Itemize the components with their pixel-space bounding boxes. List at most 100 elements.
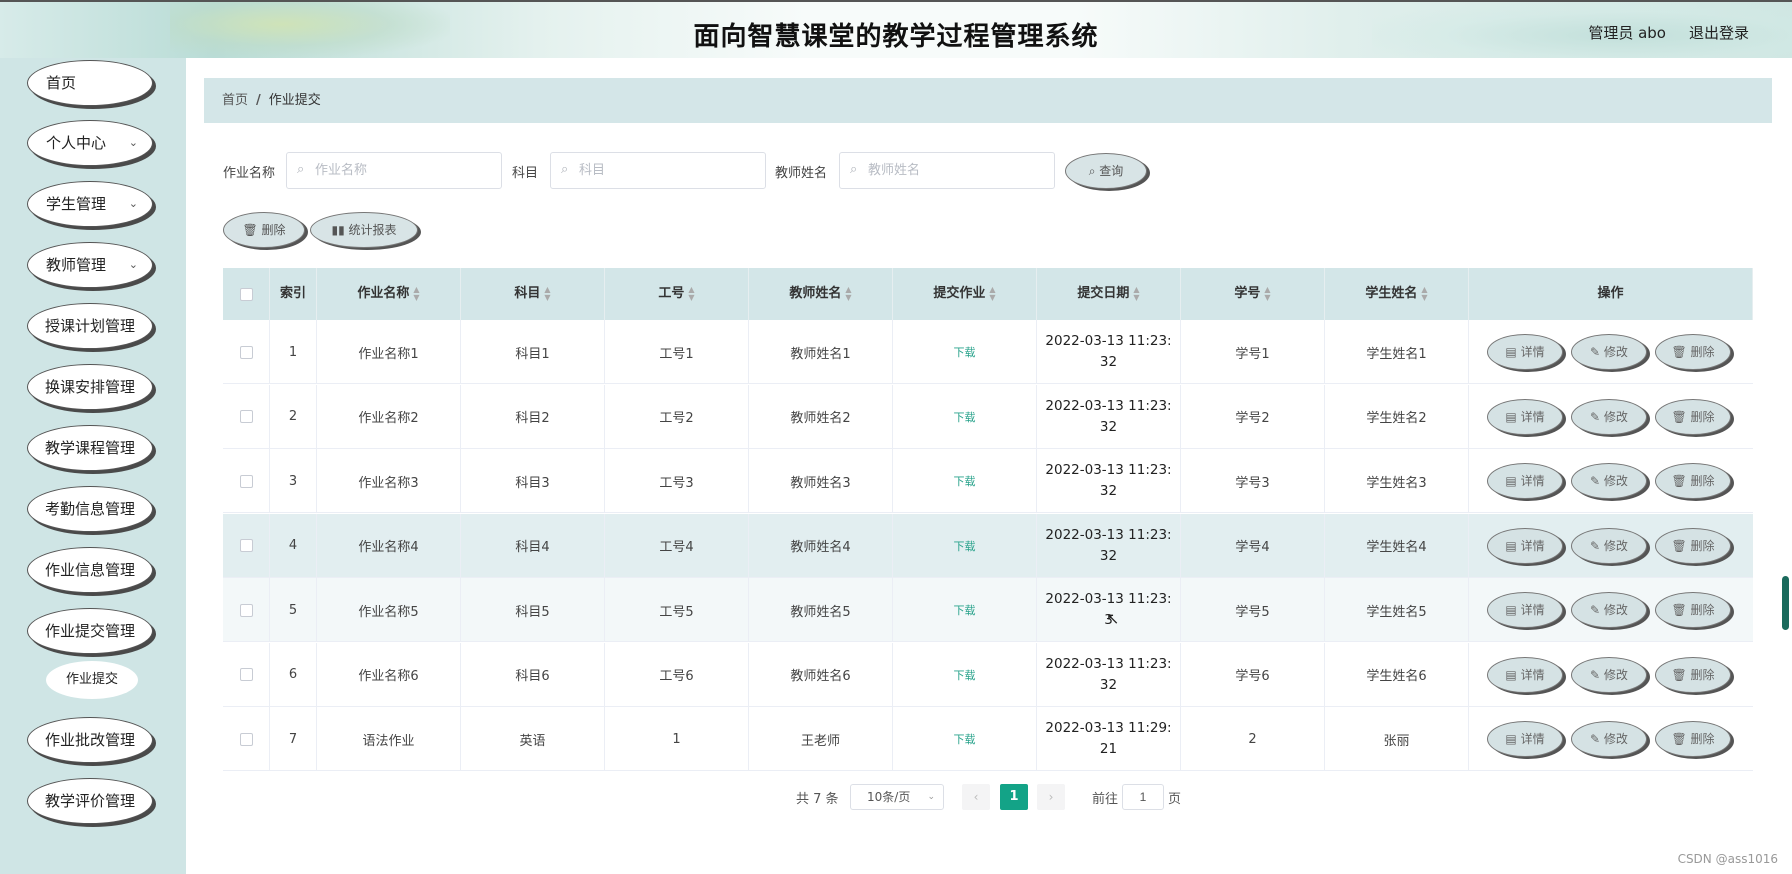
cell-student: 学生姓名1 [1325, 320, 1469, 384]
row-checkbox[interactable] [239, 345, 253, 359]
sort-icon[interactable]: ▲ ▼ [1133, 285, 1139, 302]
download-link[interactable]: 下载 [954, 409, 976, 425]
download-link[interactable]: 下载 [954, 344, 976, 360]
cell-value: 科目3 [515, 475, 550, 491]
table-row[interactable]: 5 作业名称5 科目5 工号5 教师姓名5 下载 2022-03-13 11:23:3 学号5… [223, 578, 1753, 642]
table-row[interactable]: 7 语法作业 英语 1 王老师 下载 2022-03-13 11:29:21 2 张丽 ▤ 详情 ✎… [223, 707, 1753, 771]
edit-button[interactable]: ✎ 修改 [1571, 334, 1647, 370]
cell-date: 2022-03-13 11:23:32 [1037, 513, 1181, 578]
edit-button[interactable]: ✎ 修改 [1571, 656, 1647, 693]
column-header[interactable]: 学生姓名 ▲ ▼ [1325, 268, 1469, 320]
sidebar-item[interactable]: 作业信息管理 [27, 547, 153, 593]
row-checkbox[interactable] [239, 474, 253, 488]
cell-value: 1 [672, 731, 681, 747]
delete-button-label: 删除 [1690, 732, 1715, 746]
detail-button[interactable]: ▤ 详情 [1487, 334, 1563, 370]
cell-student: 学生姓名4 [1325, 513, 1469, 578]
column-header[interactable]: 学号 ▲ ▼ [1181, 268, 1325, 320]
column-header[interactable]: 提交日期 ▲ ▼ [1037, 268, 1181, 320]
sidebar-item[interactable]: 教学课程管理 [27, 425, 153, 471]
row-checkbox[interactable] [239, 603, 253, 617]
download-link[interactable]: 下载 [954, 473, 976, 489]
sort-icon[interactable]: ▲ ▼ [989, 285, 995, 302]
sort-icon[interactable]: ▲ ▼ [845, 285, 851, 302]
delete-button[interactable]: 🗑 删除 [1655, 592, 1731, 628]
row-checkbox[interactable] [239, 732, 253, 746]
breadcrumb-home[interactable]: 首页 [222, 93, 248, 108]
sidebar-item[interactable]: 教学评价管理 [27, 778, 153, 824]
select-all-checkbox[interactable] [239, 287, 253, 301]
goto-page-input[interactable] [1122, 784, 1164, 810]
sidebar-item[interactable]: 换课安排管理 [27, 364, 153, 410]
sort-icon[interactable]: ▲ ▼ [413, 285, 419, 302]
delete-button[interactable]: 🗑 删除 [1655, 656, 1731, 693]
cell-value: 张丽 [1383, 733, 1410, 749]
sidebar-item[interactable]: 考勤信息管理 [27, 486, 153, 532]
sidebar-item[interactable]: 作业提交管理 [27, 608, 153, 654]
cell-value: 教师姓名5 [790, 604, 851, 620]
column-header[interactable]: 提交作业 ▲ ▼ [893, 268, 1037, 320]
column-header[interactable]: 科目 ▲ ▼ [461, 268, 605, 320]
trash-icon: 🗑 [1671, 603, 1691, 617]
statistics-report-button[interactable]: ▮▮ 统计报表 [310, 212, 418, 248]
document-icon: ▤ [1505, 538, 1521, 553]
table-row[interactable]: 1 作业名称1 科目1 工号1 教师姓名1 下载 2022-03-13 11:23:32 学号… [223, 320, 1753, 384]
sidebar-item[interactable]: 作业批改管理 [27, 717, 153, 763]
prev-page-button[interactable]: ‹ [962, 784, 990, 810]
sort-icon[interactable]: ▲ ▼ [1421, 285, 1427, 302]
batch-delete-button[interactable]: 🗑 删除 [223, 212, 305, 248]
sidebar-item[interactable]: 授课计划管理 [27, 303, 153, 349]
sort-icon[interactable]: ▲ ▼ [1264, 285, 1270, 302]
edit-button[interactable]: ✎ 修改 [1571, 398, 1647, 435]
edit-button[interactable]: ✎ 修改 [1571, 463, 1647, 499]
detail-button[interactable]: ▤ 详情 [1487, 656, 1563, 693]
detail-button[interactable]: ▤ 详情 [1487, 463, 1563, 499]
logout-link[interactable]: 退出登录 [1689, 22, 1749, 43]
table-row[interactable]: 4 作业名称4 科目4 工号4 教师姓名4 下载 2022-03-13 11:23:32 学号… [223, 513, 1753, 578]
table-row[interactable]: 3 作业名称3 科目3 工号3 教师姓名3 下载 2022-03-13 11:23:32 学号… [223, 449, 1753, 513]
search-icon: ⌕ [561, 162, 569, 177]
row-actions: ▤ 详情 ✎ 修改 🗑 删除 [1469, 643, 1753, 707]
edit-button[interactable]: ✎ 修改 [1571, 721, 1647, 757]
next-page-button[interactable]: › [1037, 784, 1065, 810]
detail-button[interactable]: ▤ 详情 [1487, 721, 1563, 757]
download-link[interactable]: 下载 [954, 731, 976, 747]
download-link[interactable]: 下载 [954, 602, 976, 618]
detail-button[interactable]: ▤ 详情 [1487, 398, 1563, 435]
detail-button[interactable]: ▤ 详情 [1487, 592, 1563, 628]
download-link[interactable]: 下载 [954, 538, 976, 554]
column-header[interactable]: 教师姓名 ▲ ▼ [749, 268, 893, 320]
subject-input[interactable] [550, 152, 766, 189]
sidebar-item[interactable]: 教师管理 ⌄ [27, 242, 153, 288]
query-button[interactable]: ⌕ 查询 [1065, 153, 1147, 189]
cell-name: 作业名称4 [317, 513, 461, 578]
table-row[interactable]: 6 作业名称6 科目6 工号6 教师姓名6 下载 2022-03-13 11:23:32 学号… [223, 642, 1753, 707]
delete-button[interactable]: 🗑 删除 [1655, 463, 1731, 499]
row-checkbox[interactable] [239, 410, 253, 423]
delete-button[interactable]: 🗑 删除 [1655, 398, 1731, 435]
edit-button[interactable]: ✎ 修改 [1571, 592, 1647, 628]
column-header[interactable]: 作业名称 ▲ ▼ [317, 268, 461, 320]
detail-button[interactable]: ▤ 详情 [1487, 527, 1563, 564]
sort-icon[interactable]: ▲ ▼ [688, 285, 694, 302]
row-checkbox[interactable] [239, 539, 253, 552]
page-size-select[interactable]: 10条/页 ⌄ [850, 784, 944, 810]
sidebar-subitem-homework-submission[interactable]: 作业提交 [46, 661, 138, 699]
delete-button[interactable]: 🗑 删除 [1655, 334, 1731, 370]
page-number-current[interactable]: 1 [1000, 784, 1028, 810]
sidebar-item[interactable]: 个人中心 ⌄ [27, 120, 153, 166]
column-header[interactable]: 工号 ▲ ▼ [605, 268, 749, 320]
page-scrollbar[interactable] [1782, 576, 1789, 630]
delete-button[interactable]: 🗑 删除 [1655, 527, 1731, 564]
homework-name-input[interactable] [286, 152, 502, 189]
delete-button[interactable]: 🗑 删除 [1655, 721, 1731, 757]
sort-icon[interactable]: ▲ ▼ [544, 285, 550, 302]
cell-student: 学生姓名6 [1325, 642, 1469, 707]
row-checkbox[interactable] [239, 668, 253, 681]
sidebar-item[interactable]: 学生管理 ⌄ [27, 181, 153, 227]
teacher-name-input[interactable] [839, 152, 1055, 189]
edit-button[interactable]: ✎ 修改 [1571, 527, 1647, 564]
sidebar-item[interactable]: 首页 [27, 60, 153, 106]
download-link[interactable]: 下载 [954, 667, 976, 683]
table-row[interactable]: 2 作业名称2 科目2 工号2 教师姓名2 下载 2022-03-13 11:23:32 学号… [223, 384, 1753, 449]
